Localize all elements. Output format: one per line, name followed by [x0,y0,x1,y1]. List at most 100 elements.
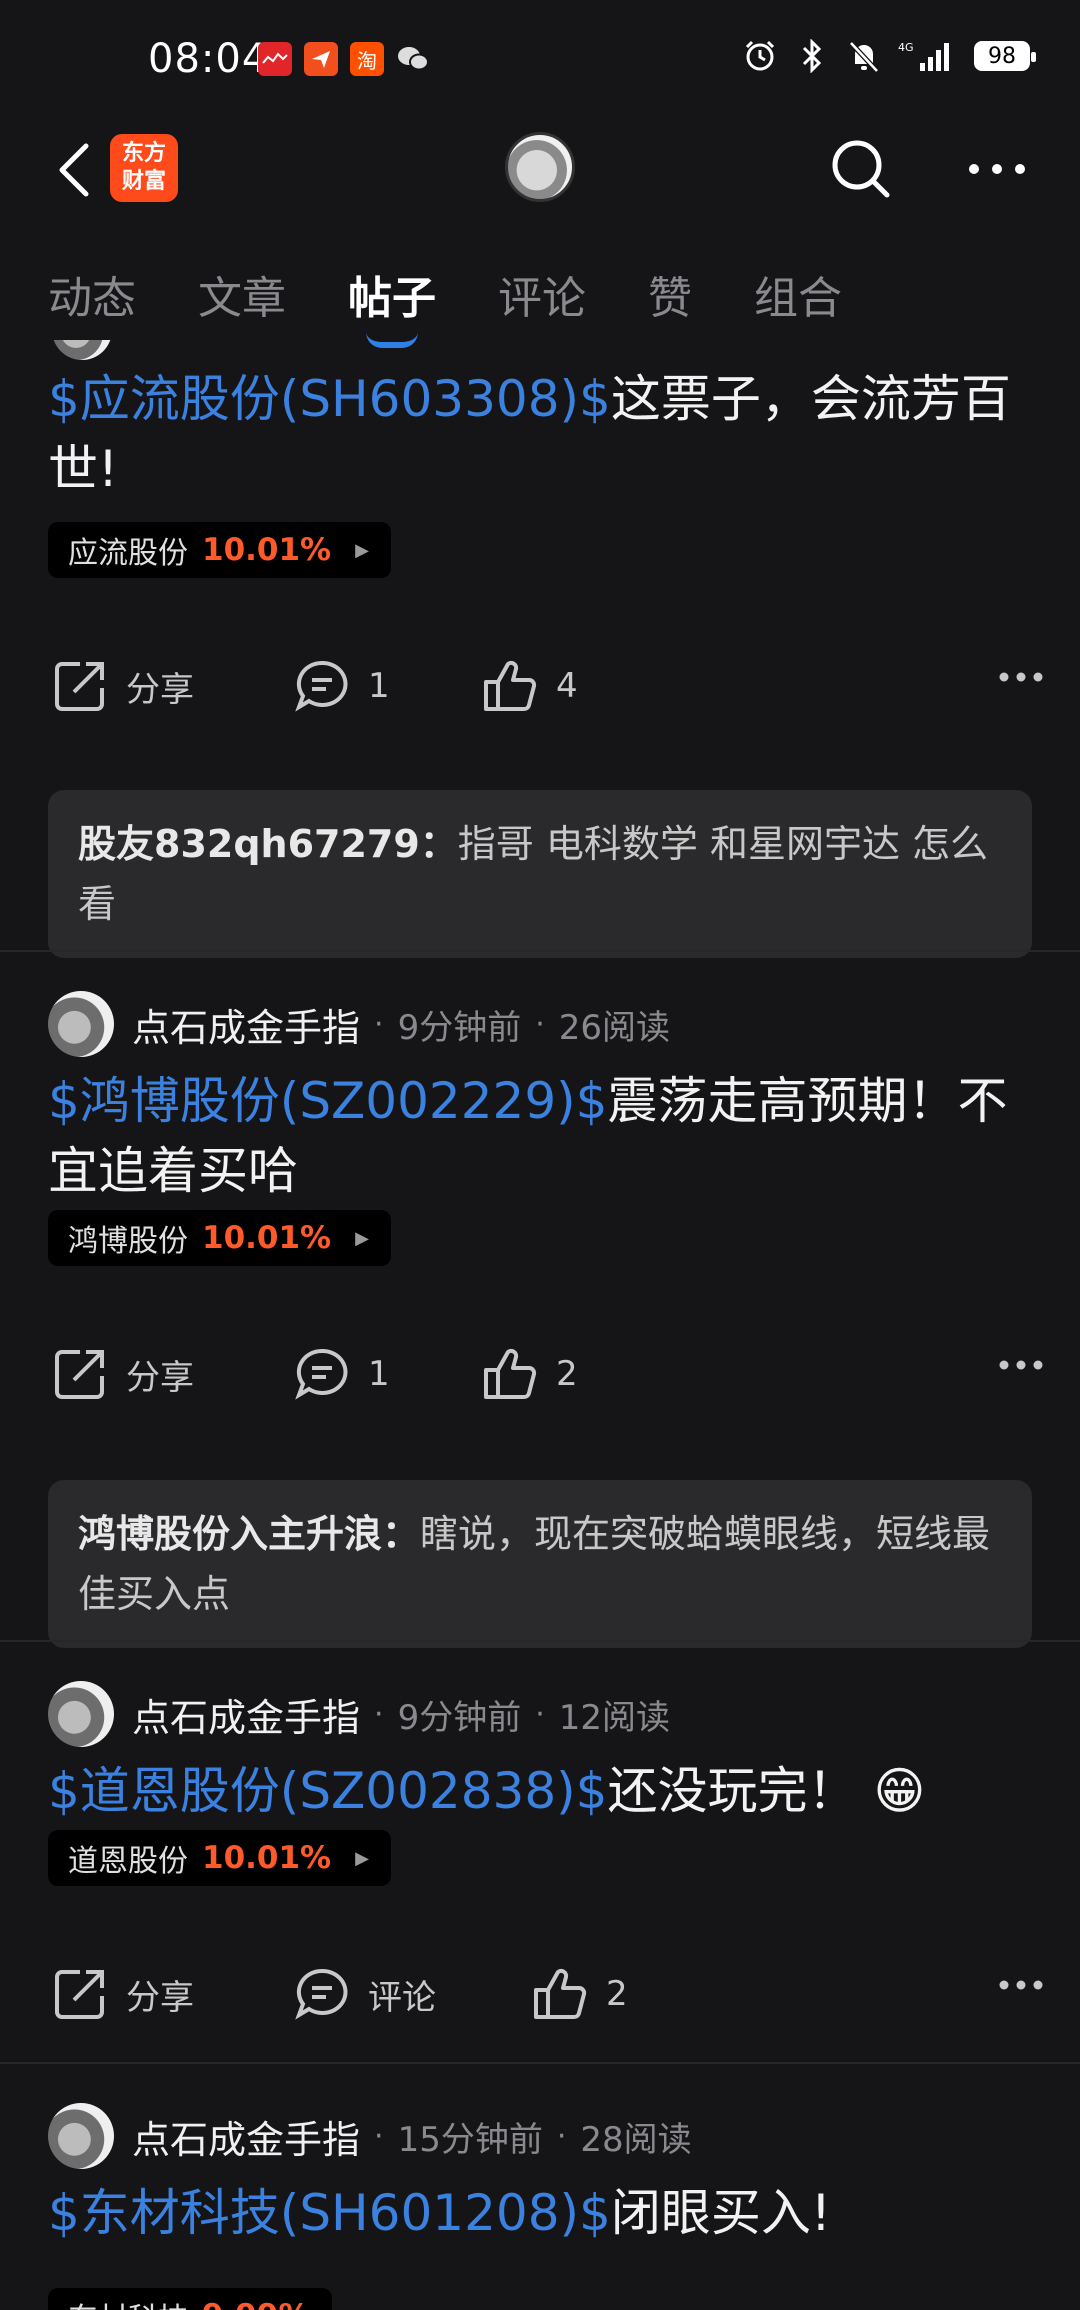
comment-count: 1 [368,666,390,706]
thumbs-up-icon [484,1348,537,1399]
post-item: 点石成金手指 · 9分钟前 · 26阅读 $鸿博股份(SZ002229)$震荡走… [0,990,1080,1648]
stock-link[interactable]: $鸿博股份(SZ002229)$ [48,1072,608,1130]
chevron-left-icon [59,143,89,197]
thumbs-up-icon [484,660,537,711]
like-button[interactable]: 2 [532,1966,628,2022]
user-avatar[interactable] [505,132,575,202]
tab-comments[interactable]: 评论 [498,262,586,326]
paper-plane-app-icon [304,42,338,76]
comment-count: 1 [368,1354,390,1394]
app-screen: 08:04 淘 4G 98 东方 财富 动态 文章 帖子 评论 赞 组合 $应流… [0,0,1080,2310]
hot-comment-box[interactable]: 股友832qh67279：指哥 电科数学 和星网宇达 怎么看 [48,790,1032,958]
author-avatar[interactable] [48,991,114,1057]
share-label: 分享 [126,1977,194,2018]
like-button[interactable]: 2 [482,1346,578,1402]
thumbs-up-icon [534,1968,587,2019]
post-more-button[interactable] [998,1356,1044,1375]
read-count: 12阅读 [558,1697,671,1738]
bluetooth-icon [794,38,830,74]
brand-line1: 东方 [121,141,166,166]
brand-line2: 财富 [121,169,166,194]
stock-quote-chip[interactable]: 鸿博股份 10.01% ▶ [48,1210,391,1266]
share-button[interactable]: 分享 [52,1346,194,1402]
post-meta: 点石成金手指 · 9分钟前 · 12阅读 [48,1680,670,1748]
like-count: 4 [556,666,578,706]
chip-change-percent: 10.01% [202,1220,332,1256]
taobao-glyph: 淘 [357,48,377,73]
post-divider [0,950,1080,952]
hot-comment-box[interactable]: 鸿博股份入主升浪：瞎说，现在突破蛤蟆眼线，短线最佳买入点 [48,1480,1032,1648]
stock-quote-chip[interactable]: 道恩股份 10.01% ▶ [48,1830,391,1886]
share-icon [55,662,104,711]
more-dots-icon [969,164,1025,174]
post-divider [0,2062,1080,2064]
more-dots-icon [999,1980,1043,1990]
comment-username[interactable]: 股友832qh67279： [78,822,458,866]
comment-button[interactable]: 1 [294,1346,390,1402]
share-label: 分享 [126,1357,194,1398]
cell-signal-icon: 4G [898,38,958,74]
author-name[interactable]: 点石成金手指 [132,997,360,1052]
meta-separator: · [535,1006,545,1042]
status-system-icons: 4G 98 [742,38,1036,74]
share-button[interactable]: 分享 [52,658,194,714]
stock-quote-chip[interactable]: 应流股份 10.01% ▶ [48,522,391,578]
meta-separator: · [374,1006,384,1042]
status-notification-icons: 淘 [258,42,430,76]
meta-separator: · [374,1696,384,1732]
post-title[interactable]: $道恩股份(SZ002838)$还没玩完！ 😁 [48,1756,1028,1826]
share-icon [55,1970,104,2019]
tab-dynamics[interactable]: 动态 [48,262,136,326]
post-actions: 分享 1 2 [0,1338,1080,1408]
post-title[interactable]: $东材科技(SH601208)$闭眼买入! [48,2178,1028,2248]
post-meta: 点石成金手指 · 15分钟前 · 28阅读 [48,2102,692,2170]
stock-link[interactable]: $道恩股份(SZ002838)$ [48,1762,608,1820]
post-text: 闭眼买入! [610,2184,831,2242]
comment-bubble-icon [295,1968,348,2020]
mute-bell-icon [846,38,882,74]
comment-username[interactable]: 鸿博股份入主升浪： [78,1512,420,1556]
share-button[interactable]: 分享 [52,1966,194,2022]
comment-button[interactable]: 1 [294,658,390,714]
post-item: 点石成金手指 · 15分钟前 · 28阅读 $东材科技(SH601208)$闭眼… [0,2102,1080,2310]
post-more-button[interactable] [998,1976,1044,1995]
read-count: 26阅读 [558,1007,671,1048]
post-more-button[interactable] [998,668,1044,687]
search-icon [832,140,890,198]
author-name[interactable]: 点石成金手指 [132,2109,360,2164]
tab-posts[interactable]: 帖子 [348,262,436,326]
stock-link[interactable]: $应流股份(SH603308)$ [48,370,611,428]
post-title[interactable]: $应流股份(SH603308)$这票子，会流芳百世! [48,364,1028,504]
stock-quote-chip[interactable]: 东材科技 9.99% [48,2288,332,2310]
read-count: 28阅读 [580,2119,692,2160]
chip-change-percent: 10.01% [202,532,332,568]
author-name[interactable]: 点石成金手指 [132,1687,360,1742]
like-button[interactable]: 4 [482,658,578,714]
chip-change-percent: 9.99% [202,2298,310,2310]
tab-likes[interactable]: 赞 [648,262,692,326]
post-actions: 分享 评论 2 [0,1958,1080,2028]
reddots-app-icon [258,42,292,76]
author-avatar[interactable] [48,2103,114,2169]
chip-change-percent: 10.01% [202,1840,332,1876]
chip-stock-name: 鸿博股份 [68,1224,188,1259]
post-divider [0,1640,1080,1642]
tab-articles[interactable]: 文章 [198,262,286,326]
tab-portfolios[interactable]: 组合 [754,262,842,326]
meta-separator: · [535,1696,545,1732]
eastmoney-logo: 东方 财富 [110,134,178,202]
more-dots-icon [999,1360,1043,1370]
post-actions: 分享 1 4 [0,650,1080,720]
chip-stock-name: 应流股份 [68,536,188,571]
back-button[interactable] [44,140,104,200]
stock-link[interactable]: $东材科技(SH601208)$ [48,2184,611,2242]
search-button[interactable] [826,134,896,204]
post-time: 9分钟前 [397,1697,522,1738]
share-label: 分享 [126,669,194,710]
more-button[interactable] [962,144,1032,194]
wechat-app-icon [396,42,430,76]
post-title[interactable]: $鸿博股份(SZ002229)$震荡走高预期！不宜追着买哈 [48,1066,1028,1206]
like-count: 2 [556,1354,578,1394]
author-avatar[interactable] [48,1681,114,1747]
comment-button[interactable]: 评论 [294,1966,436,2022]
